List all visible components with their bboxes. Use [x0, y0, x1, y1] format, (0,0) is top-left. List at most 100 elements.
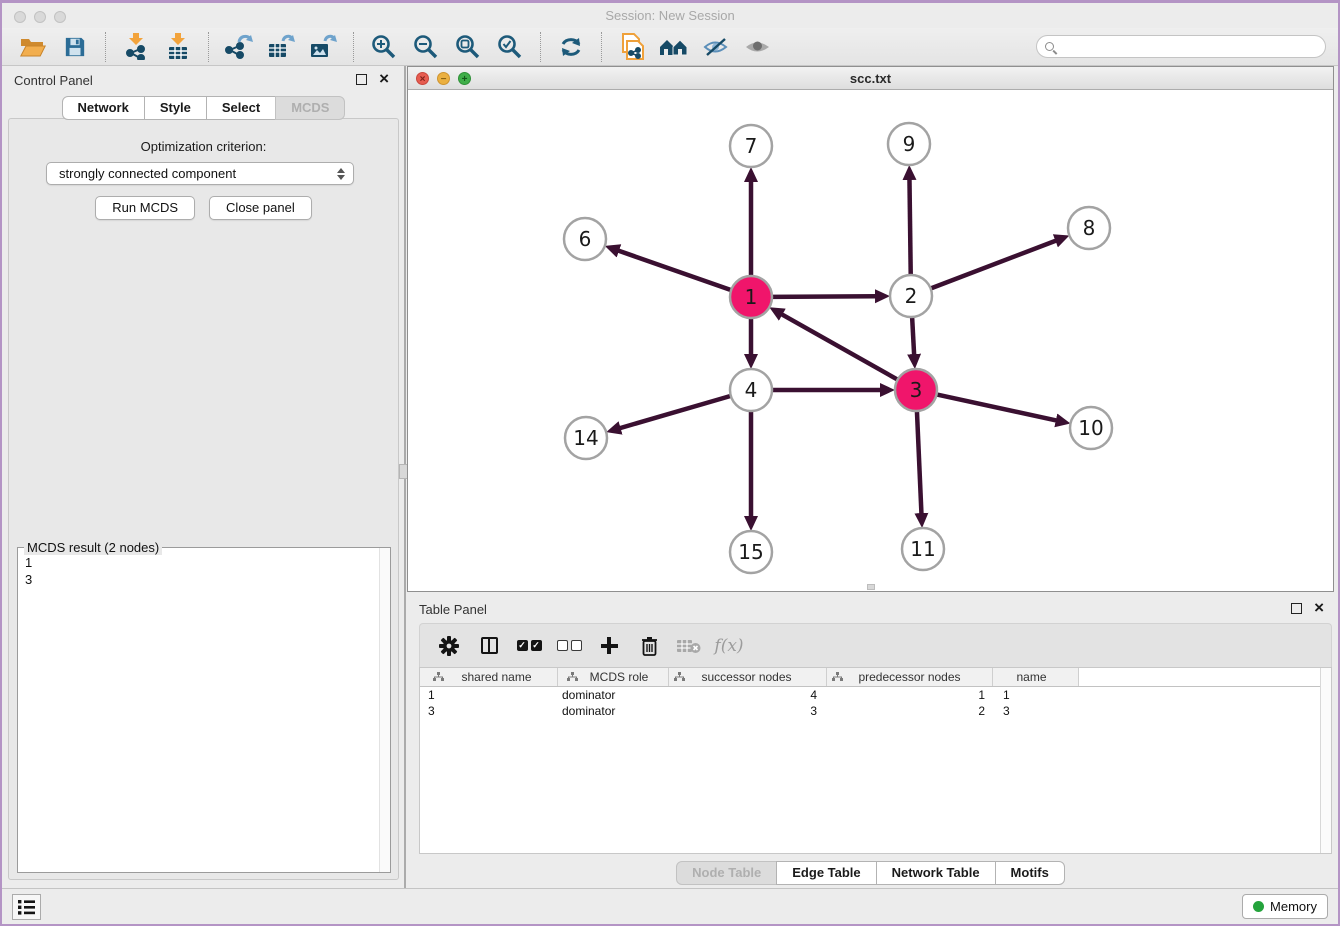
criterion-dropdown[interactable]: strongly connected component — [46, 162, 354, 185]
cell-predecessor-nodes[interactable]: 1 — [827, 688, 993, 702]
unchecked-boxes-icon — [557, 640, 582, 651]
toolbar-separator — [353, 32, 354, 62]
graph-node-8[interactable]: 8 — [1068, 207, 1110, 249]
graph-edge-2-8[interactable] — [931, 240, 1057, 288]
column-header-successor-nodes[interactable]: successor nodes — [669, 668, 827, 686]
zoom-selected-button[interactable] — [494, 32, 526, 62]
graph-edge-1-6[interactable] — [618, 251, 731, 291]
cell-mcds-role[interactable]: dominator — [558, 704, 669, 718]
network-canvas[interactable]: 1 2 3 4 6 7 8 9 10 11 14 15 — [408, 90, 1333, 591]
close-panel-icon[interactable]: × — [379, 70, 389, 88]
network-from-file-button[interactable] — [616, 32, 648, 62]
graph-edge-3-11[interactable] — [917, 411, 922, 514]
deselect-all-button[interactable] — [556, 633, 582, 659]
graph-edge-4-14[interactable] — [620, 396, 731, 428]
memory-button[interactable]: Memory — [1242, 894, 1328, 919]
graph-node-1[interactable]: 1 — [730, 276, 772, 318]
graph-edge-3-1[interactable] — [781, 314, 897, 380]
table-scrollbar[interactable] — [1320, 668, 1331, 853]
float-panel-icon[interactable] — [1291, 603, 1302, 614]
graph-svg[interactable]: 1 2 3 4 6 7 8 9 10 11 14 15 — [408, 90, 1333, 591]
cell-predecessor-nodes[interactable]: 2 — [827, 704, 993, 718]
zoom-fit-button[interactable] — [452, 32, 484, 62]
show-all-button[interactable] — [742, 32, 774, 62]
zoom-out-button[interactable] — [410, 32, 442, 62]
window-resize-handle[interactable] — [867, 584, 875, 590]
graph-node-4[interactable]: 4 — [730, 369, 772, 411]
hide-selected-button[interactable] — [700, 32, 732, 62]
graph-node-2[interactable]: 2 — [890, 275, 932, 317]
result-scrollbar[interactable] — [379, 548, 390, 872]
memory-label: Memory — [1270, 899, 1317, 914]
column-header-shared-name[interactable]: shared name — [420, 668, 558, 686]
open-session-button[interactable] — [17, 32, 49, 62]
cell-name[interactable]: 1 — [993, 688, 1079, 702]
save-session-button[interactable] — [59, 32, 91, 62]
tab-motifs[interactable]: Motifs — [995, 861, 1065, 885]
function-builder-button[interactable]: f(x) — [716, 633, 742, 659]
graph-node-7[interactable]: 7 — [730, 125, 772, 167]
delete-table-button[interactable] — [676, 633, 702, 659]
search-input[interactable] — [1054, 40, 1325, 54]
delete-column-button[interactable] — [636, 633, 662, 659]
close-panel-button[interactable]: Close panel — [209, 196, 312, 220]
graph-edge-3-10[interactable] — [937, 394, 1057, 420]
cell-mcds-role[interactable]: dominator — [558, 688, 669, 702]
close-panel-icon[interactable]: × — [1314, 599, 1324, 617]
session-title: Session: New Session — [2, 8, 1338, 23]
cell-shared-name[interactable]: 3 — [420, 704, 558, 718]
network-window-titlebar[interactable]: × − + scc.txt — [408, 67, 1333, 90]
graph-edge-1-2[interactable] — [772, 296, 876, 297]
graph-node-14[interactable]: 14 — [565, 417, 607, 459]
cell-successor-nodes[interactable]: 4 — [669, 688, 827, 702]
export-network-button[interactable] — [223, 32, 255, 62]
import-network-icon — [124, 33, 148, 60]
export-image-button[interactable] — [307, 32, 339, 62]
tab-network[interactable]: Network — [62, 96, 145, 120]
table-row[interactable]: 1 dominator 4 1 1 — [420, 687, 1331, 703]
control-panel-title: Control Panel — [14, 73, 93, 88]
split-panel-button[interactable] — [476, 633, 502, 659]
svg-text:7: 7 — [745, 134, 758, 158]
export-table-button[interactable] — [265, 32, 297, 62]
cell-shared-name[interactable]: 1 — [420, 688, 558, 702]
select-all-button[interactable]: ✓✓ — [516, 633, 542, 659]
graph-node-3[interactable]: 3 — [895, 369, 937, 411]
graph-edge-2-9[interactable] — [909, 179, 910, 275]
add-column-button[interactable] — [596, 633, 622, 659]
graph-edge-2-3[interactable] — [912, 317, 914, 355]
tab-style[interactable]: Style — [144, 96, 207, 120]
cell-name[interactable]: 3 — [993, 704, 1079, 718]
table-settings-button[interactable] — [436, 633, 462, 659]
result-item[interactable]: 1 — [25, 554, 390, 571]
tab-mcds[interactable]: MCDS — [275, 96, 345, 120]
import-table-button[interactable] — [162, 32, 194, 62]
tab-network-table[interactable]: Network Table — [876, 861, 996, 885]
zoom-in-button[interactable] — [368, 32, 400, 62]
float-panel-icon[interactable] — [356, 74, 367, 85]
memory-status-icon — [1253, 901, 1264, 912]
column-header-predecessor-nodes[interactable]: predecessor nodes — [827, 668, 993, 686]
cell-successor-nodes[interactable]: 3 — [669, 704, 827, 718]
tab-node-table[interactable]: Node Table — [676, 861, 777, 885]
graph-node-9[interactable]: 9 — [888, 123, 930, 165]
column-header-name[interactable]: name — [993, 668, 1079, 686]
graph-node-11[interactable]: 11 — [902, 528, 944, 570]
mcds-result-box: MCDS result (2 nodes) 1 3 — [17, 547, 391, 873]
import-network-button[interactable] — [120, 32, 152, 62]
graph-node-10[interactable]: 10 — [1070, 407, 1112, 449]
graph-node-6[interactable]: 6 — [564, 218, 606, 260]
result-item[interactable]: 3 — [25, 571, 390, 588]
task-history-button[interactable] — [12, 894, 41, 920]
run-mcds-button[interactable]: Run MCDS — [95, 196, 195, 220]
column-header-mcds-role[interactable]: MCDS role — [558, 668, 669, 686]
search-field[interactable] — [1036, 35, 1326, 58]
tab-edge-table[interactable]: Edge Table — [776, 861, 876, 885]
eye-icon — [744, 37, 772, 57]
home-layout-button[interactable] — [658, 32, 690, 62]
tab-select[interactable]: Select — [206, 96, 276, 120]
refresh-view-button[interactable] — [555, 32, 587, 62]
export-image-icon — [309, 34, 337, 60]
table-row[interactable]: 3 dominator 3 2 3 — [420, 703, 1331, 719]
graph-node-15[interactable]: 15 — [730, 531, 772, 573]
